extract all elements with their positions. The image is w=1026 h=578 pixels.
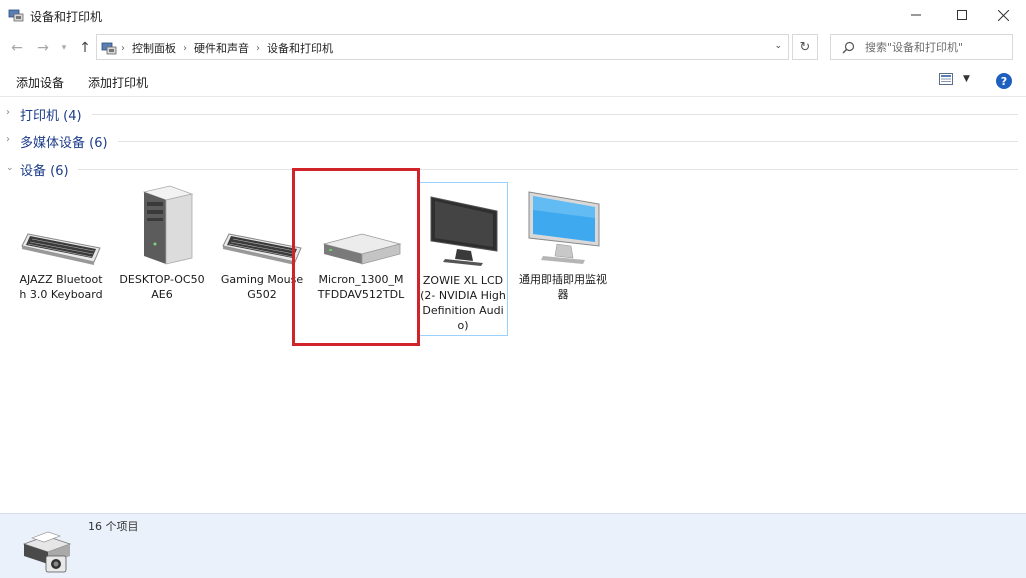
keyboard-icon — [222, 233, 302, 265]
address-bar[interactable]: › 控制面板 › 硬件和声音 › 设备和打印机 ⌄ — [96, 34, 789, 60]
monitor-blue-icon — [528, 191, 600, 264]
highlight-box — [292, 168, 420, 346]
back-button[interactable]: ← — [8, 39, 26, 57]
maximize-icon — [957, 10, 967, 20]
view-icon — [939, 73, 953, 85]
devices-printers-icon — [8, 9, 24, 22]
item-count: 16 个项目 — [88, 520, 139, 533]
change-view-button[interactable]: ▼ — [939, 73, 970, 85]
search-box[interactable] — [830, 34, 1013, 60]
breadcrumb: › 控制面板 › 硬件和声音 › 设备和打印机 — [121, 40, 333, 56]
device-label: DESKTOP-OC50AE6 — [119, 273, 205, 301]
device-item-desktop[interactable]: DESKTOP-OC50AE6 — [117, 178, 207, 302]
close-button[interactable] — [980, 0, 1026, 30]
add-device-button[interactable]: 添加设备 — [16, 74, 64, 91]
group-printers[interactable]: › 打印机 (4) — [6, 104, 1018, 124]
chevron-right-icon: › — [6, 107, 10, 118]
minimize-button[interactable] — [893, 0, 939, 30]
arrow-right-icon: → — [37, 40, 49, 56]
up-button[interactable]: ↑ — [76, 39, 94, 57]
breadcrumb-devices-printers[interactable]: 设备和打印机 — [267, 40, 333, 56]
computer-tower-icon — [142, 185, 194, 265]
group-divider — [92, 114, 1018, 115]
chevron-down-icon: ▾ — [61, 43, 67, 53]
add-printer-button[interactable]: 添加打印机 — [88, 74, 148, 91]
group-divider — [118, 141, 1018, 142]
window-title: 设备和打印机 — [30, 10, 103, 24]
arrow-left-icon: ← — [11, 40, 23, 56]
status-pane: 16 个项目 — [0, 513, 1026, 578]
monitor-dark-icon — [430, 196, 498, 266]
help-button[interactable]: ? — [996, 73, 1012, 89]
close-icon — [997, 9, 1009, 21]
search-input[interactable] — [865, 39, 1010, 55]
address-row: ← → ▾ ↑ › 控制面板 › 硬件和声音 › 设备和打印机 ⌄ ↻ — [0, 30, 1026, 66]
chevron-down-icon: ⌄ — [6, 163, 14, 173]
recent-locations-button[interactable]: ▾ — [58, 39, 70, 57]
forward-button[interactable]: → — [34, 39, 52, 57]
group-multimedia[interactable]: › 多媒体设备 (6) — [6, 131, 1018, 151]
device-label: AJAZZ Bluetooth 3.0 Keyboard — [19, 273, 103, 301]
device-label: ZOWIE XL LCD (2- NVIDIA High Definition … — [420, 274, 506, 332]
group-multimedia-label: 多媒体设备 (6) — [20, 136, 108, 151]
keyboard-icon — [21, 233, 101, 265]
minimize-icon — [911, 14, 921, 16]
device-label: 通用即插即用监视器 — [519, 273, 607, 301]
device-item-pnp-monitor[interactable]: 通用即插即用监视器 — [518, 178, 608, 302]
chevron-right-icon: › — [6, 134, 10, 145]
group-devices[interactable]: ⌄ 设备 (6) — [6, 159, 1018, 179]
group-devices-label: 设备 (6) — [20, 164, 69, 179]
chevron-right-icon[interactable]: › — [183, 43, 187, 54]
chevron-down-icon: ▼ — [963, 74, 970, 84]
group-divider — [78, 169, 1018, 170]
help-icon: ? — [1000, 74, 1008, 88]
chevron-right-icon: › — [121, 42, 125, 54]
devices-printers-large-icon — [22, 531, 72, 573]
chevron-down-icon[interactable]: ⌄ — [774, 41, 782, 51]
device-item-keyboard[interactable]: AJAZZ Bluetooth 3.0 Keyboard — [16, 178, 106, 302]
devices-printers-icon — [101, 42, 117, 55]
breadcrumb-hardware-sound[interactable]: 硬件和声音 — [194, 40, 249, 56]
chevron-right-icon[interactable]: › — [256, 43, 260, 54]
device-item-zowie-monitor[interactable]: ZOWIE XL LCD (2- NVIDIA High Definition … — [418, 182, 508, 336]
group-printers-label: 打印机 (4) — [20, 109, 82, 124]
title-bar: 设备和打印机 — [0, 0, 1026, 30]
arrow-up-icon: ↑ — [79, 40, 91, 56]
command-bar: 添加设备 添加打印机 ▼ ? — [0, 66, 1026, 97]
refresh-icon: ↻ — [799, 39, 811, 55]
breadcrumb-control-panel[interactable]: 控制面板 — [132, 40, 176, 56]
maximize-button[interactable] — [939, 0, 985, 30]
search-icon — [842, 41, 855, 54]
refresh-button[interactable]: ↻ — [792, 34, 818, 60]
